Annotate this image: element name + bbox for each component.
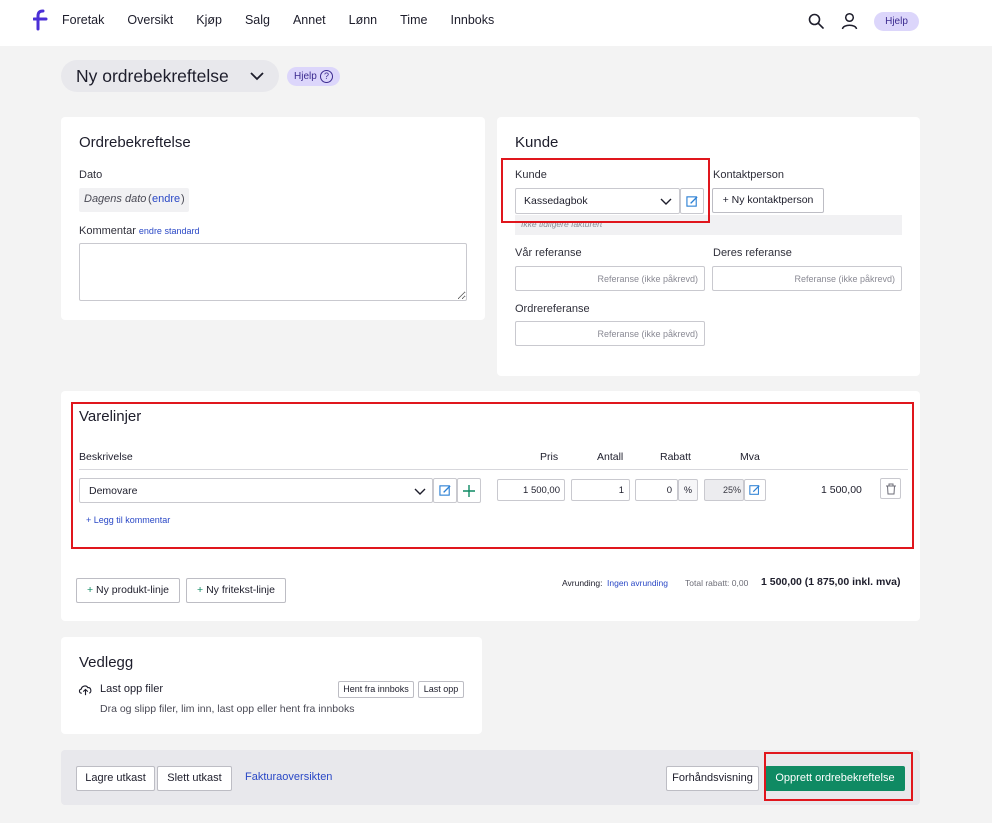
new-product-line-label: Ny produkt-linje — [96, 584, 169, 596]
plus-icon: + — [86, 584, 94, 596]
page-help-label: Hjelp — [294, 71, 317, 82]
date-label: Dato — [79, 169, 103, 181]
their-reference-input[interactable]: Referanse (ikke påkrevd) — [712, 266, 902, 291]
nav-item-innboks[interactable]: Innboks — [450, 13, 494, 27]
plus-icon: + — [197, 584, 204, 596]
upload-icon[interactable] — [78, 683, 93, 696]
page-title: Ny ordrebekreftelse — [76, 66, 229, 86]
comment-label-text: Kommentar — [79, 225, 136, 237]
our-reference-input[interactable]: Referanse (ikke påkrevd) — [515, 266, 705, 291]
upload-button[interactable]: Last opp — [418, 681, 464, 698]
rounding-link[interactable]: Ingen avrunding — [607, 578, 668, 588]
contact-label: Kontaktperson — [713, 169, 784, 181]
app-logo-icon[interactable] — [33, 9, 49, 31]
date-edit-link[interactable]: endre — [152, 193, 180, 205]
delete-draft-button[interactable]: Slett utkast — [157, 766, 232, 791]
rounding-label: Avrunding: — [562, 578, 603, 588]
order-reference-input[interactable]: Referanse (ikke påkrevd) — [515, 321, 705, 346]
new-freetext-line-label: Ny fritekst-linje — [206, 584, 275, 596]
nav-item-kjop[interactable]: Kjøp — [196, 13, 222, 27]
main-menu: Foretak Oversikt Kjøp Salg Annet Lønn Ti… — [62, 13, 517, 27]
upload-hint: Dra og slipp filer, lim inn, last opp el… — [100, 703, 355, 715]
nav-item-annet[interactable]: Annet — [293, 13, 326, 27]
attachments-card-title: Vedlegg — [79, 654, 134, 671]
new-product-line-button[interactable]: + Ny produkt-linje — [76, 578, 180, 603]
top-navigation: Foretak Oversikt Kjøp Salg Annet Lønn Ti… — [0, 0, 992, 46]
help-button[interactable]: Hjelp — [874, 12, 919, 31]
fetch-inbox-button[interactable]: Hent fra innboks — [338, 681, 414, 698]
date-value-box: Dagens dato ( endre ) — [79, 188, 189, 212]
comment-textarea[interactable] — [79, 243, 467, 301]
preview-button[interactable]: Forhåndsvisning — [666, 766, 759, 791]
total-discount: Total rabatt: 0,00 — [685, 578, 749, 588]
invoice-overview-link[interactable]: Fakturaoversikten — [245, 771, 332, 783]
page-help-button[interactable]: Hjelp ? — [287, 67, 340, 86]
create-button-highlight — [764, 752, 913, 801]
user-icon[interactable] — [841, 12, 858, 30]
upload-label: Last opp filer — [100, 683, 163, 695]
order-card-title: Ordrebekreftelse — [79, 134, 191, 151]
customer-highlight — [501, 158, 710, 223]
their-reference-placeholder: Referanse (ikke påkrevd) — [794, 274, 895, 284]
grand-total: 1 500,00 (1 875,00 inkl. mva) — [761, 576, 901, 588]
comment-label: Kommentar endre standard — [79, 225, 199, 237]
nav-item-time[interactable]: Time — [400, 13, 427, 27]
comment-default-link[interactable]: endre standard — [139, 226, 200, 236]
nav-item-lonn[interactable]: Lønn — [349, 13, 378, 27]
our-reference-placeholder: Referanse (ikke påkrevd) — [597, 274, 698, 284]
customer-card-title: Kunde — [515, 134, 559, 151]
their-reference-label: Deres referanse — [713, 247, 792, 259]
order-reference-label: Ordrereferanse — [515, 303, 590, 315]
chevron-down-icon[interactable] — [250, 70, 264, 82]
date-paren-close: ) — [181, 193, 185, 205]
save-draft-button[interactable]: Lagre utkast — [76, 766, 155, 791]
order-card: Ordrebekreftelse Dato Dagens dato ( endr… — [61, 117, 485, 320]
question-icon: ? — [320, 70, 333, 83]
nav-item-salg[interactable]: Salg — [245, 13, 270, 27]
new-freetext-line-button[interactable]: + Ny fritekst-linje — [186, 578, 286, 603]
attachments-card: Vedlegg Last opp filer Dra og slipp file… — [61, 637, 482, 734]
order-reference-placeholder: Referanse (ikke påkrevd) — [597, 329, 698, 339]
customer-card: Kunde Kunde Kassedagbok Ikke tidligere f… — [497, 117, 920, 376]
nav-item-foretak[interactable]: Foretak — [62, 13, 104, 27]
new-contact-button[interactable]: + Ny kontaktperson — [712, 188, 824, 213]
nav-item-oversikt[interactable]: Oversikt — [127, 13, 173, 27]
our-reference-label: Vår referanse — [515, 247, 582, 259]
search-icon[interactable] — [808, 13, 824, 29]
lines-highlight — [71, 402, 914, 549]
date-value: Dagens dato — [84, 193, 147, 205]
